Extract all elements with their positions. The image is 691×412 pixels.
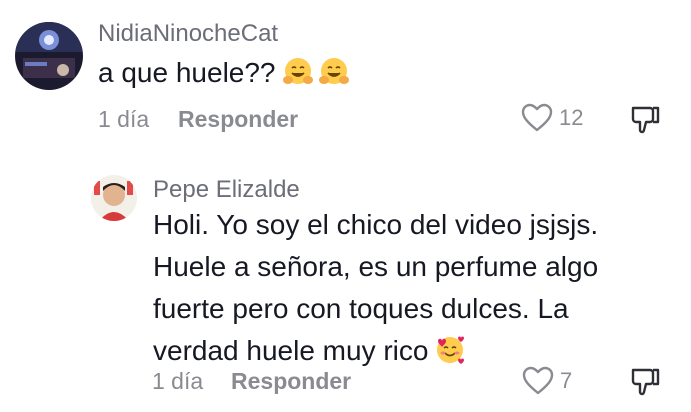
reply-button[interactable]: Responder (178, 106, 298, 133)
reply-button[interactable]: Responder (231, 368, 351, 395)
heart-icon[interactable] (522, 366, 554, 396)
dislike-button[interactable] (629, 364, 663, 398)
smiling-face-with-hearts-icon (437, 336, 465, 364)
comment-text-line: fuerte pero con toques dulces. La (153, 293, 569, 324)
hugging-face-icon (282, 58, 313, 84)
emoji-group (434, 334, 466, 366)
dislike-button[interactable] (629, 102, 663, 136)
like-button[interactable]: 12 (521, 103, 583, 133)
heart-icon[interactable] (521, 103, 553, 133)
avatar[interactable] (15, 22, 83, 90)
like-button[interactable]: 7 (522, 366, 572, 396)
comment-time: 1 día (152, 368, 204, 394)
thumbs-down-icon[interactable] (629, 364, 663, 398)
comment-text-line: a que huele?? (98, 57, 276, 88)
comment-text-line: Huele a señora, es un perfume algo (153, 251, 599, 282)
comment-time: 1 día (98, 106, 150, 132)
avatar[interactable] (91, 175, 137, 221)
emoji-group (282, 56, 350, 88)
comment-text-line: Holi. Yo soy el chico del video jsjsjs. (153, 209, 599, 240)
comment-text: a que huele?? (98, 52, 350, 94)
thumbs-down-icon[interactable] (629, 102, 663, 136)
like-count: 12 (559, 105, 584, 130)
like-count: 7 (560, 368, 573, 393)
comment-username[interactable]: Pepe Elizalde (153, 176, 300, 204)
comment-username[interactable]: NidiaNinocheCat (98, 20, 278, 48)
comment-text: Holi. Yo soy el chico del video jsjsjs. … (153, 204, 598, 372)
hugging-face-icon (318, 58, 349, 84)
comment-text-line: verdad huele muy rico (153, 335, 429, 366)
